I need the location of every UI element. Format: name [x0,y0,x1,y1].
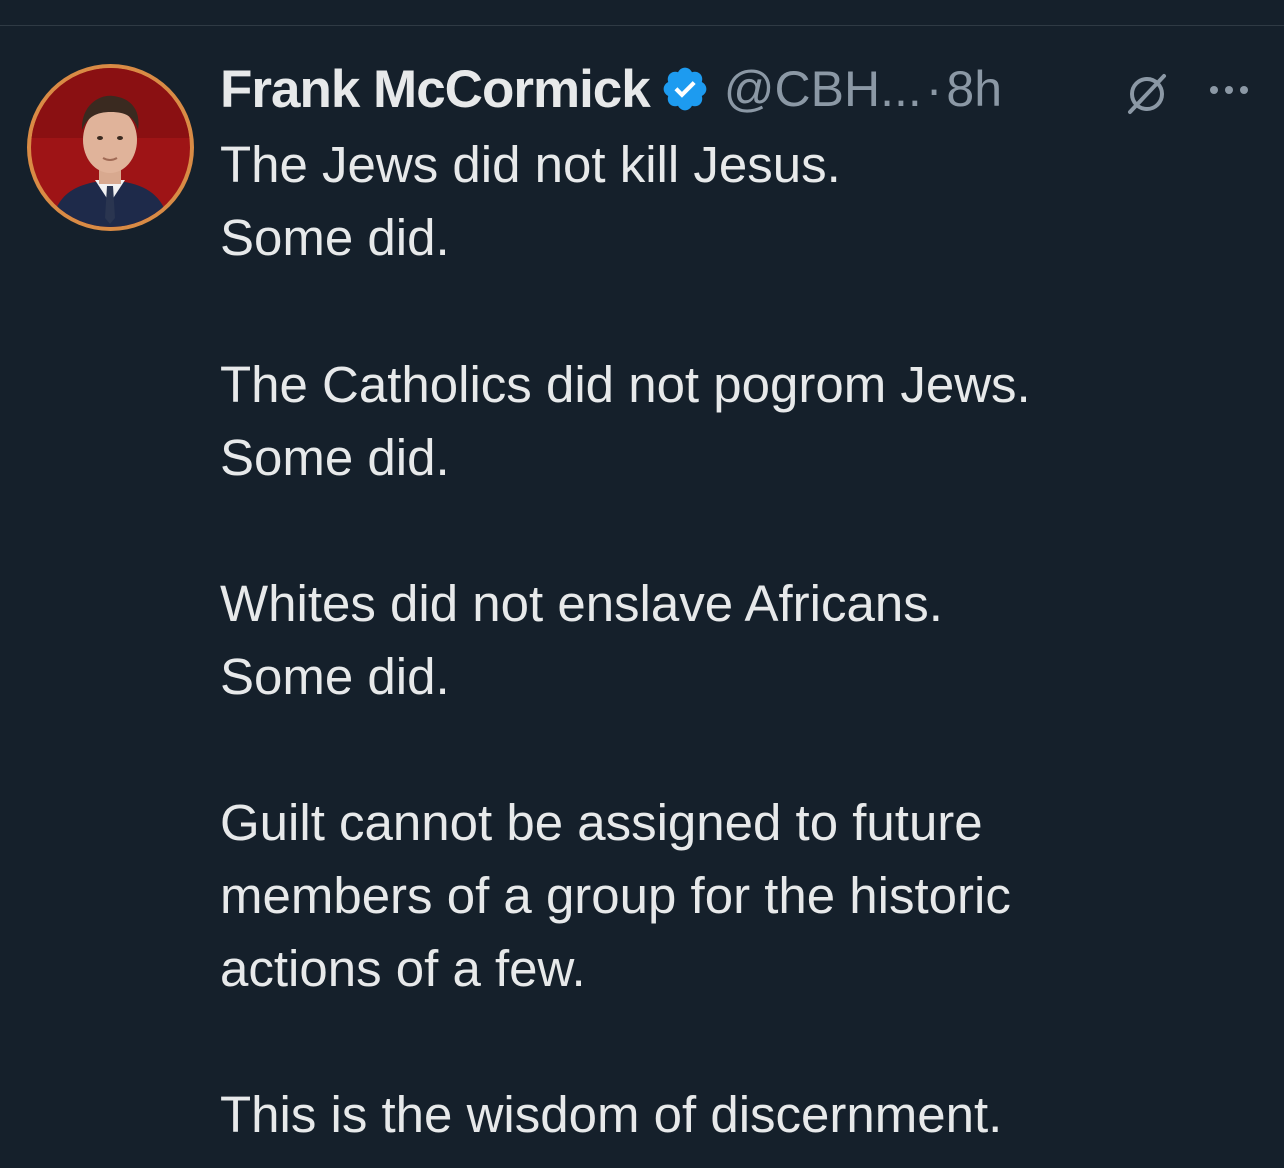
avatar[interactable] [27,64,194,231]
tweet-line: Some did. [220,429,450,486]
verified-badge-icon [663,67,707,111]
tweet-header: Frank McCormick @CBH... · 8h [220,54,1002,124]
timestamp[interactable]: 8h [946,60,1002,118]
avatar-photo [31,68,190,227]
tweet-line: Guilt cannot be assigned to future [220,794,983,851]
tweet-line: members of a group for the historic [220,867,1011,924]
tweet-line: Whites did not enslave Africans. [220,575,943,632]
tweet-line: The Jews did not kill Jesus. [220,136,841,193]
tweet-line: Some did. [220,209,450,266]
tweet-line: actions of a few. [220,940,586,997]
more-options-icon[interactable] [1206,78,1252,102]
tweet-line: This is the wisdom of discernment. [220,1086,1003,1143]
grok-icon[interactable] [1124,70,1170,116]
author-handle[interactable]: @CBH... [724,60,922,118]
tweet-line: The Catholics did not pogrom Jews. [220,356,1031,413]
author-display-name[interactable]: Frank McCormick [220,59,651,120]
tweet-line: Some did. [220,648,450,705]
top-divider [0,25,1284,26]
separator-dot: · [925,61,943,117]
